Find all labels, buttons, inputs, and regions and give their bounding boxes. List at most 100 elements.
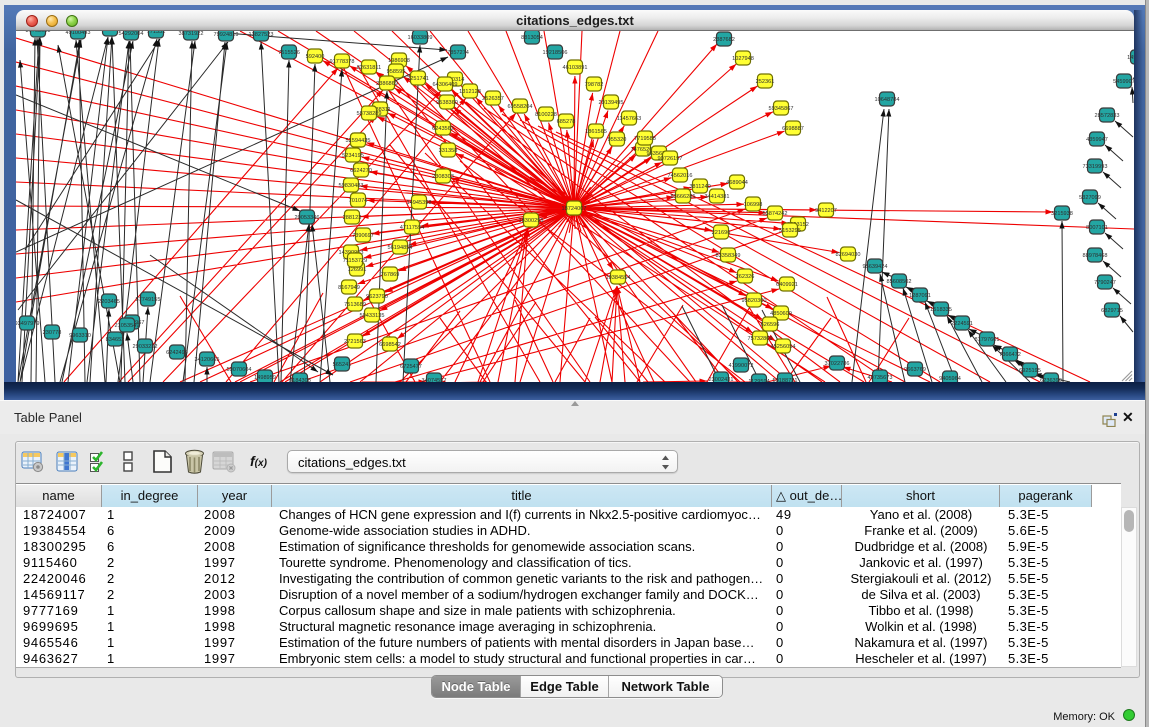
svg-text:9963310: 9963310 [69, 333, 91, 339]
svg-text:75732809: 75732809 [748, 336, 773, 342]
svg-text:79924819: 79924819 [214, 32, 239, 38]
svg-text:288123: 288123 [343, 215, 362, 221]
svg-text:767869: 767869 [381, 272, 400, 278]
svg-text:5459907: 5459907 [1113, 79, 1134, 85]
svg-text:85608502: 85608502 [887, 279, 912, 285]
svg-text:2203465: 2203465 [98, 299, 120, 305]
svg-text:19218506: 19218506 [543, 50, 568, 56]
svg-text:7857274: 7857274 [447, 50, 469, 56]
svg-text:54292004: 54292004 [119, 31, 144, 37]
svg-text:6242499: 6242499 [166, 350, 188, 356]
svg-text:59433135: 59433135 [360, 313, 385, 319]
svg-text:18300295: 18300295 [519, 218, 544, 224]
svg-text:14945398: 14945398 [407, 200, 432, 206]
svg-text:9412207: 9412207 [815, 208, 837, 214]
svg-text:9184308: 9184308 [289, 378, 311, 382]
svg-text:5234195: 5234195 [342, 153, 364, 159]
svg-text:6829715: 6829715 [1101, 308, 1123, 314]
svg-text:148230: 148230 [101, 31, 120, 33]
svg-text:49735673: 49735673 [868, 375, 893, 381]
svg-text:2308303: 2308303 [432, 174, 454, 180]
svg-text:230778: 230778 [43, 330, 62, 336]
svg-text:95820300: 95820300 [742, 298, 767, 304]
svg-text:7790247: 7790247 [1094, 280, 1116, 286]
svg-text:7513689: 7513689 [344, 302, 366, 308]
svg-text:47117594: 47117594 [400, 225, 424, 231]
svg-text:1457339: 1457339 [1127, 55, 1134, 61]
svg-text:28572833: 28572833 [1095, 113, 1120, 119]
svg-text:126991: 126991 [348, 267, 367, 273]
svg-text:2526357: 2526357 [482, 96, 504, 102]
svg-text:6409921: 6409921 [776, 282, 798, 288]
svg-text:1287091: 1287091 [909, 293, 931, 299]
svg-text:3811240: 3811240 [689, 184, 710, 190]
svg-text:1986908: 1986908 [388, 58, 410, 64]
svg-text:82631811: 82631811 [357, 65, 381, 71]
svg-text:21053549: 21053549 [115, 323, 140, 329]
svg-text:46103891: 46103891 [563, 65, 588, 71]
svg-text:592400: 592400 [306, 54, 325, 60]
svg-text:9623790: 9623790 [366, 294, 388, 300]
svg-text:2387682: 2387682 [713, 37, 735, 43]
svg-text:8167949: 8167949 [338, 285, 360, 291]
svg-text:8007101: 8007101 [1086, 225, 1108, 231]
svg-text:18724007: 18724007 [562, 206, 587, 212]
svg-text:6624270: 6624270 [350, 168, 372, 174]
svg-text:64306409: 64306409 [433, 82, 458, 88]
svg-text:6236390: 6236390 [1040, 378, 1062, 382]
svg-text:2721563: 2721563 [344, 339, 366, 345]
svg-text:9663769: 9663769 [904, 367, 926, 373]
svg-text:74562016: 74562016 [668, 173, 693, 179]
svg-text:798782: 798782 [585, 82, 604, 88]
svg-text:5327099: 5327099 [1079, 195, 1101, 201]
svg-text:4689044: 4689044 [726, 180, 748, 186]
svg-text:34414381: 34414381 [705, 194, 730, 200]
svg-text:34120665: 34120665 [195, 357, 220, 363]
svg-text:565241: 565241 [333, 362, 352, 368]
svg-text:95639424: 95639424 [863, 264, 888, 270]
svg-text:38731922: 38731922 [179, 31, 204, 37]
svg-text:59188721: 59188721 [773, 378, 798, 382]
svg-text:59070604: 59070604 [227, 367, 252, 373]
svg-text:34074557: 34074557 [422, 378, 447, 382]
svg-text:8813054: 8813054 [521, 35, 543, 41]
svg-text:10648784: 10648784 [875, 97, 900, 103]
svg-text:11457663: 11457663 [617, 116, 641, 122]
svg-text:2386869: 2386869 [376, 81, 398, 87]
svg-text:45256054: 45256054 [771, 344, 796, 350]
svg-text:2251741: 2251741 [407, 76, 429, 82]
svg-text:71153729: 71153729 [343, 258, 367, 264]
svg-text:59345867: 59345867 [769, 106, 794, 112]
svg-text:23002431: 23002431 [709, 377, 734, 382]
svg-text:59830483: 59830483 [339, 183, 364, 189]
svg-text:19384554: 19384554 [606, 275, 631, 281]
svg-text:626596: 626596 [761, 322, 780, 328]
svg-text:958595: 958595 [387, 69, 406, 75]
svg-text:1861565: 1861565 [585, 129, 607, 135]
svg-text:31763088: 31763088 [26, 31, 51, 34]
svg-text:81797601: 81797601 [975, 337, 1000, 343]
svg-text:6725477: 6725477 [400, 364, 422, 370]
svg-text:55874242: 55874242 [763, 211, 788, 217]
svg-text:3215938: 3215938 [1051, 211, 1073, 217]
svg-text:13827523: 13827523 [249, 32, 274, 38]
svg-text:29139495: 29139495 [599, 100, 624, 106]
svg-text:83666285: 83666285 [671, 194, 696, 200]
svg-text:7515526: 7515526 [278, 50, 300, 56]
svg-text:834652: 834652 [106, 337, 125, 343]
svg-text:51594425: 51594425 [346, 138, 371, 144]
svg-text:57749155: 57749155 [136, 297, 161, 303]
svg-text:1498959: 1498959 [254, 375, 276, 381]
svg-text:252361: 252361 [756, 79, 775, 85]
svg-text:88978468: 88978468 [1083, 253, 1108, 259]
svg-text:9538360: 9538360 [436, 100, 458, 106]
svg-text:2224591: 2224591 [951, 321, 973, 327]
svg-text:106998: 106998 [744, 202, 763, 208]
svg-text:29033232: 29033232 [133, 344, 158, 350]
svg-text:701074: 701074 [349, 198, 368, 204]
svg-text:6698542: 6698542 [379, 342, 401, 348]
svg-text:6243562: 6243562 [432, 126, 454, 132]
svg-text:1027948: 1027948 [732, 56, 754, 62]
svg-text:4850609: 4850609 [770, 311, 792, 317]
svg-text:9405964: 9405964 [939, 376, 961, 382]
